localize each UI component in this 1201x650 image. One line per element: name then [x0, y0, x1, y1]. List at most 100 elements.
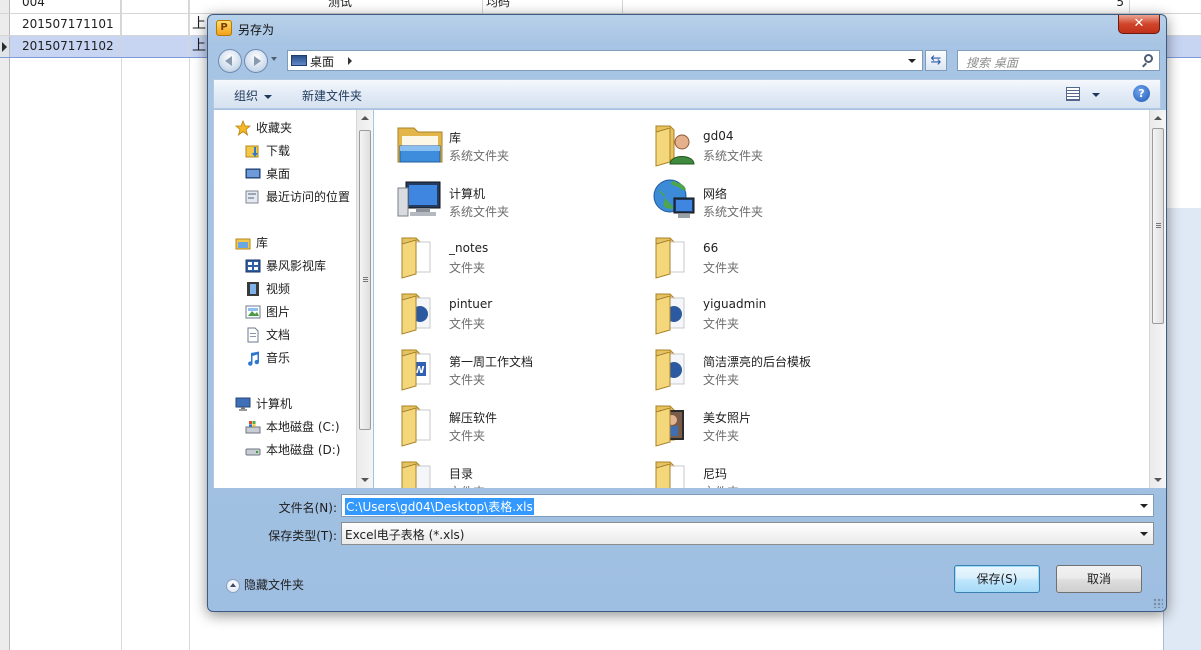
row-header-column	[0, 58, 10, 650]
document-icon	[247, 327, 259, 343]
table-cell-id[interactable]: 201507171102	[19, 36, 121, 57]
star-icon	[235, 120, 251, 136]
breadcrumb-desktop[interactable]: 桌面	[310, 53, 334, 70]
table-cell[interactable]: 测试	[325, 0, 483, 13]
file-item-week1-docs[interactable]: W 第一周工作文档 文件夹	[394, 344, 644, 391]
grid-column-divider	[189, 0, 190, 650]
app-logo-icon: P	[216, 20, 232, 36]
save-as-dialog: P 另存为 ✕ 桌面 ⇆ 搜索 桌面 组织 新建文件夹 ? 收藏夹 下载 桌面 …	[207, 14, 1167, 612]
address-bar[interactable]: 桌面	[287, 50, 923, 71]
file-item-nima[interactable]: 尼玛 文件夹	[648, 456, 898, 488]
scroll-up-icon[interactable]	[361, 116, 369, 120]
user-folder-icon	[655, 125, 695, 167]
folder-icon	[655, 461, 685, 488]
scroll-down-icon[interactable]	[361, 478, 369, 482]
organize-button[interactable]: 组织	[234, 87, 273, 104]
dialog-title: 另存为	[238, 23, 275, 37]
word-folder-icon: W	[401, 349, 431, 391]
film-icon	[247, 282, 259, 296]
save-button[interactable]: 保存(S)	[954, 565, 1040, 593]
file-item-directory[interactable]: 目录 文件夹	[394, 456, 644, 488]
cancel-button[interactable]: 取消	[1056, 565, 1142, 593]
folder-icon	[401, 293, 431, 335]
chevron-up-icon	[226, 578, 240, 593]
filename-dropdown-icon[interactable]	[1140, 504, 1148, 508]
navigation-scrollbar[interactable]	[356, 110, 373, 488]
library-folder-icon	[397, 127, 443, 163]
network-icon	[653, 179, 695, 218]
filetype-select[interactable]: Excel电子表格 (*.xls)	[341, 522, 1154, 545]
table-cell-id[interactable]: 201507171101	[19, 14, 121, 35]
file-item-yiguadmin[interactable]: yiguadmin 文件夹	[648, 288, 898, 335]
file-item-pintuer[interactable]: pintuer 文件夹	[394, 288, 644, 335]
scroll-down-icon[interactable]	[1154, 478, 1162, 482]
file-item-unzip-software[interactable]: 解压软件 文件夹	[394, 400, 644, 447]
video-library-icon	[245, 259, 261, 273]
hard-drive-icon	[245, 448, 261, 456]
file-item-admin-template[interactable]: 简洁漂亮的后台模板 文件夹	[648, 344, 898, 391]
filetype-label: 保存类型(T):	[268, 529, 337, 543]
search-input[interactable]: 搜索 桌面	[957, 50, 1160, 71]
system-drive-icon	[245, 421, 261, 434]
file-item-66[interactable]: 66 文件夹	[648, 232, 898, 279]
resize-grip-icon[interactable]	[1153, 598, 1163, 608]
table-row[interactable]: 004 测试 均码 5	[0, 0, 1201, 14]
folder-icon	[401, 405, 431, 447]
table-cell[interactable]: 均码	[483, 0, 623, 13]
scroll-up-icon[interactable]	[1154, 116, 1162, 120]
library-icon	[235, 238, 251, 250]
computer-icon	[397, 181, 441, 217]
filetype-value: Excel电子表格 (*.xls)	[345, 528, 465, 542]
filename-label: 文件名(N):	[278, 501, 337, 515]
view-dropdown-icon[interactable]	[1092, 93, 1100, 97]
photo-folder-icon	[655, 405, 684, 447]
file-list-scrollbar[interactable]	[1149, 110, 1166, 488]
file-item-library[interactable]: 库 系统文件夹	[394, 120, 644, 164]
command-toolbar: 组织 新建文件夹 ?	[213, 79, 1161, 109]
back-button[interactable]	[218, 49, 242, 73]
scrollbar-thumb[interactable]	[1152, 128, 1164, 324]
folder-icon	[655, 237, 685, 279]
current-row-arrow-icon	[2, 42, 7, 52]
file-list: 库 系统文件夹 计算机 系统文件夹 _notes 文件夹 pintuer 文件夹…	[374, 110, 1149, 488]
breadcrumb-chevron-icon[interactable]	[348, 57, 352, 65]
folder-icon	[401, 237, 431, 279]
refresh-button[interactable]: ⇆	[925, 50, 947, 71]
downloads-icon	[245, 145, 259, 158]
navigation-pane: 收藏夹 下载 桌面 最近访问的位置 库 暴风影视库 视频 图片 文档 音乐 计算…	[213, 110, 357, 488]
address-dropdown-icon[interactable]	[908, 59, 916, 63]
forward-button[interactable]	[244, 49, 268, 73]
chevron-down-icon	[264, 94, 273, 99]
close-button[interactable]: ✕	[1118, 15, 1160, 34]
music-icon	[248, 351, 260, 366]
folder-icon	[401, 461, 431, 488]
scrollbar-thumb[interactable]	[359, 130, 371, 430]
table-cell-id[interactable]: 004	[19, 0, 121, 13]
filename-value[interactable]: C:\Users\gd04\Desktop\表格.xls	[345, 498, 534, 515]
background-panel	[1163, 208, 1201, 650]
folder-icon	[655, 293, 685, 335]
file-item-notes[interactable]: _notes 文件夹	[394, 232, 644, 279]
help-icon[interactable]: ?	[1133, 85, 1150, 102]
search-placeholder: 搜索 桌面	[966, 56, 1018, 70]
recent-places-icon	[245, 190, 259, 204]
computer-icon	[235, 397, 251, 411]
view-options-icon[interactable]	[1066, 87, 1080, 101]
new-folder-button[interactable]: 新建文件夹	[302, 87, 362, 104]
picture-icon	[245, 305, 261, 319]
file-item-network[interactable]: 网络 系统文件夹	[648, 176, 898, 220]
file-item-photos[interactable]: 美女照片 文件夹	[648, 400, 898, 447]
desktop-icon	[291, 55, 307, 66]
filetype-dropdown-icon[interactable]	[1140, 532, 1148, 536]
desktop-icon	[245, 168, 261, 179]
table-cell-qty[interactable]: 5	[1046, 0, 1130, 13]
recent-locations-dropdown[interactable]	[271, 57, 277, 61]
search-icon[interactable]	[1144, 54, 1153, 63]
dialog-titlebar[interactable]: P 另存为 ✕	[208, 15, 1166, 43]
grid-column-divider	[121, 0, 122, 650]
file-item-user-gd04[interactable]: gd04 系统文件夹	[648, 120, 898, 167]
file-item-computer[interactable]: 计算机 系统文件夹	[394, 176, 644, 220]
filename-input[interactable]: C:\Users\gd04\Desktop\表格.xls	[341, 494, 1154, 517]
hide-folders-toggle[interactable]: 隐藏文件夹	[226, 576, 304, 593]
folder-icon	[655, 349, 685, 391]
